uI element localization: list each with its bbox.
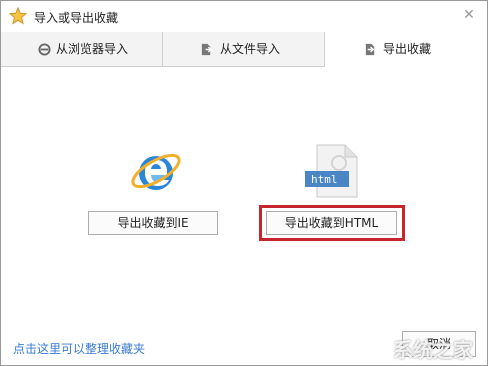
tab-bar: 从浏览器导入 从文件导入 导出收藏 [1, 32, 487, 67]
tab-import-from-file[interactable]: 从文件导入 [163, 32, 325, 66]
tab-label: 导出收藏 [383, 42, 432, 56]
export-to-html-button[interactable]: 导出收藏到HTML [266, 211, 397, 235]
export-icon [365, 43, 375, 56]
star-icon [9, 7, 27, 25]
tab-label: 从浏览器导入 [56, 42, 129, 56]
tab-import-from-browser[interactable]: 从浏览器导入 [1, 32, 163, 66]
watermark-logo: 系统之家 [393, 338, 473, 362]
export-panel: html 导出收藏到IE 导出收藏到HTML 点击这里可以整理收藏夹 取消 [1, 67, 487, 365]
title-bar: 导入或导出收藏 ✕ [1, 1, 487, 31]
close-icon[interactable]: ✕ [461, 7, 477, 23]
html-file-icon: html [305, 144, 358, 198]
tab-label: 从文件导入 [220, 42, 281, 56]
organize-favorites-link[interactable]: 点击这里可以整理收藏夹 [13, 340, 145, 357]
dialog-title: 导入或导出收藏 [34, 11, 119, 25]
file-import-icon [201, 43, 213, 56]
internet-explorer-icon [131, 153, 181, 190]
export-to-ie-button[interactable]: 导出收藏到IE [88, 211, 218, 235]
tab-export-favorites[interactable]: 导出收藏 [325, 32, 487, 67]
browser-import-icon [38, 43, 51, 56]
export-favorites-dialog: 导入或导出收藏 ✕ 从浏览器导入 从文件导入 导出收藏 html 导出收藏到IE… [0, 0, 488, 366]
html-file-badge: html [311, 173, 338, 186]
